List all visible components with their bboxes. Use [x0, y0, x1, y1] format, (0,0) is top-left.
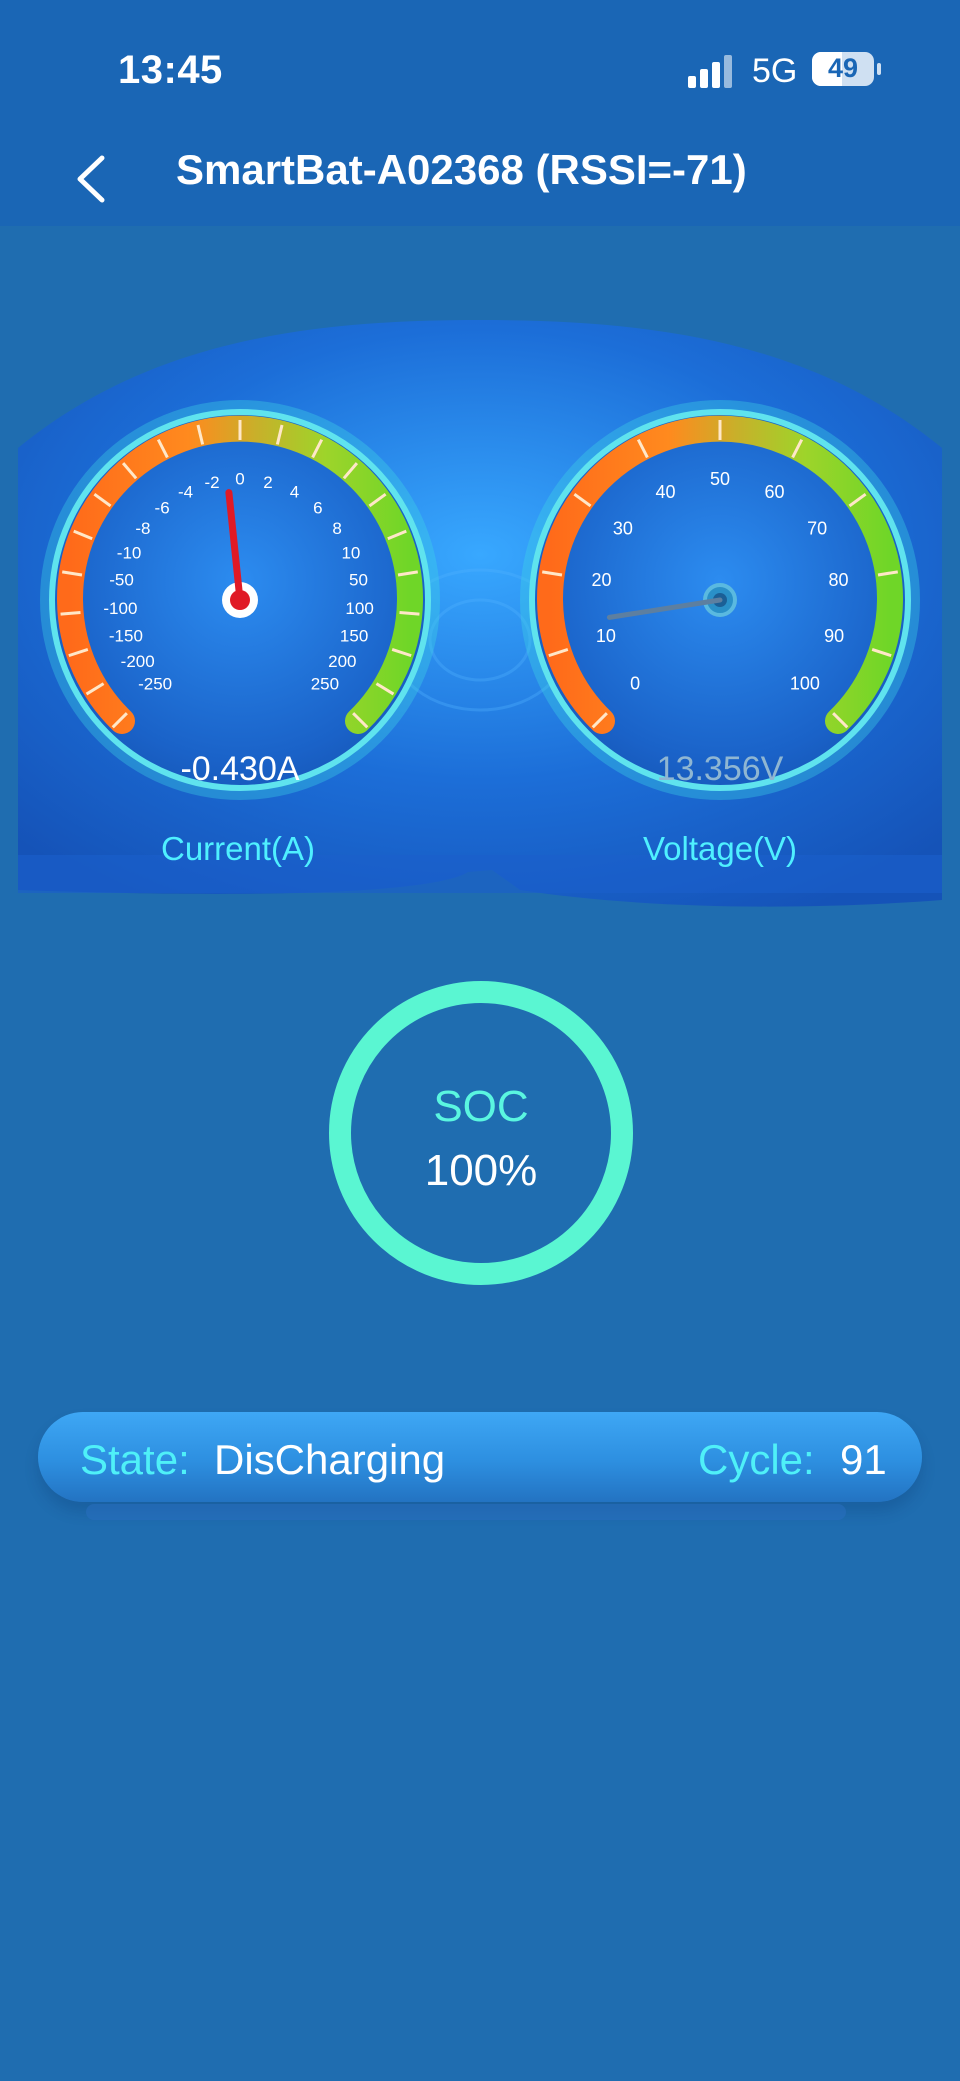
voltage-tick-label: 90	[824, 626, 844, 646]
voltage-value: 13.356V	[656, 750, 784, 788]
current-tick-label: 50	[349, 571, 368, 590]
state-bar-shadow	[86, 1504, 846, 1520]
voltage-tick-label: 0	[630, 674, 640, 694]
back-button[interactable]	[62, 138, 132, 218]
current-value: -0.430A	[180, 750, 300, 788]
nav-header: SmartBat-A02368 (RSSI=-71)	[0, 130, 960, 226]
battery-tip	[877, 63, 881, 75]
cycle-key: Cycle:	[698, 1436, 815, 1483]
gauge-dashboard: -250 -200 -150 -100 -50 -10 -8 -6 -4 -2 0 2 4 6 8 10 50 1…	[0, 300, 960, 920]
voltage-tick-label: 70	[807, 518, 827, 538]
voltage-tick-label: 100	[790, 674, 820, 694]
current-tick-label: 8	[332, 519, 341, 538]
current-tick-label: 6	[313, 498, 322, 517]
current-tick-mark	[60, 611, 81, 616]
network-type: 5G	[752, 52, 798, 90]
device-title: SmartBat-A02368 (RSSI=-71)	[176, 146, 747, 193]
cellular-signal-icon	[688, 54, 736, 88]
current-tick-label: -6	[155, 498, 170, 517]
battery-level: 49	[827, 53, 859, 83]
soc-ring-graphic	[329, 981, 633, 1285]
dashboard-graphic: -250-200-150-100-50-10-8-6-4-2 0 246810501…	[18, 320, 942, 907]
voltage-tick-label: 30	[613, 518, 633, 538]
current-tick-label: 250	[311, 674, 339, 693]
soc-value: 100%	[424, 1146, 538, 1195]
clock: 13:45	[118, 48, 223, 92]
voltage-tick-label: 20	[591, 570, 611, 590]
chevron-left-icon	[77, 155, 105, 203]
current-tick-label: 2	[263, 473, 272, 492]
current-tick-label: -10	[117, 544, 142, 563]
current-tick-label: -2	[204, 473, 219, 492]
current-tick-label: 4	[290, 483, 299, 502]
current-tick-label: -100	[103, 599, 137, 618]
voltage-tick-label: 10	[596, 626, 616, 646]
voltage-tick-label: 80	[828, 570, 848, 590]
current-tick-label: -50	[109, 571, 134, 590]
voltage-tick-label: 50	[710, 469, 730, 489]
current-tick-label: 10	[341, 544, 360, 563]
soc-ring: SOC 100%	[320, 972, 642, 1294]
voltage-label: Voltage(V)	[642, 830, 798, 867]
cycle-value: 91	[840, 1436, 887, 1483]
status-bar: 13:45 5G 49	[0, 0, 960, 130]
voltage-tick-label: 60	[764, 482, 784, 502]
voltage-tick-label: 40	[655, 482, 675, 502]
current-tick-label: -4	[178, 483, 193, 502]
current-tick-label: -200	[121, 652, 155, 671]
current-tick-label: 0	[235, 469, 244, 488]
soc-label: SOC	[433, 1082, 529, 1131]
current-tick-label: -150	[109, 627, 143, 646]
state-bar: State: DisCharging Cycle: 91	[38, 1412, 922, 1502]
current-tick-mark	[399, 611, 420, 616]
current-tick-label: -8	[135, 519, 150, 538]
current-tick-label: 100	[345, 599, 373, 618]
state-key: State:	[80, 1436, 190, 1483]
current-tick-label: 200	[328, 652, 356, 671]
current-tick-label: -250	[138, 674, 172, 693]
current-label: Current(A)	[160, 830, 316, 867]
battery-icon: 49	[812, 52, 874, 86]
state-value: DisCharging	[214, 1436, 446, 1483]
current-tick-label: 150	[340, 627, 368, 646]
